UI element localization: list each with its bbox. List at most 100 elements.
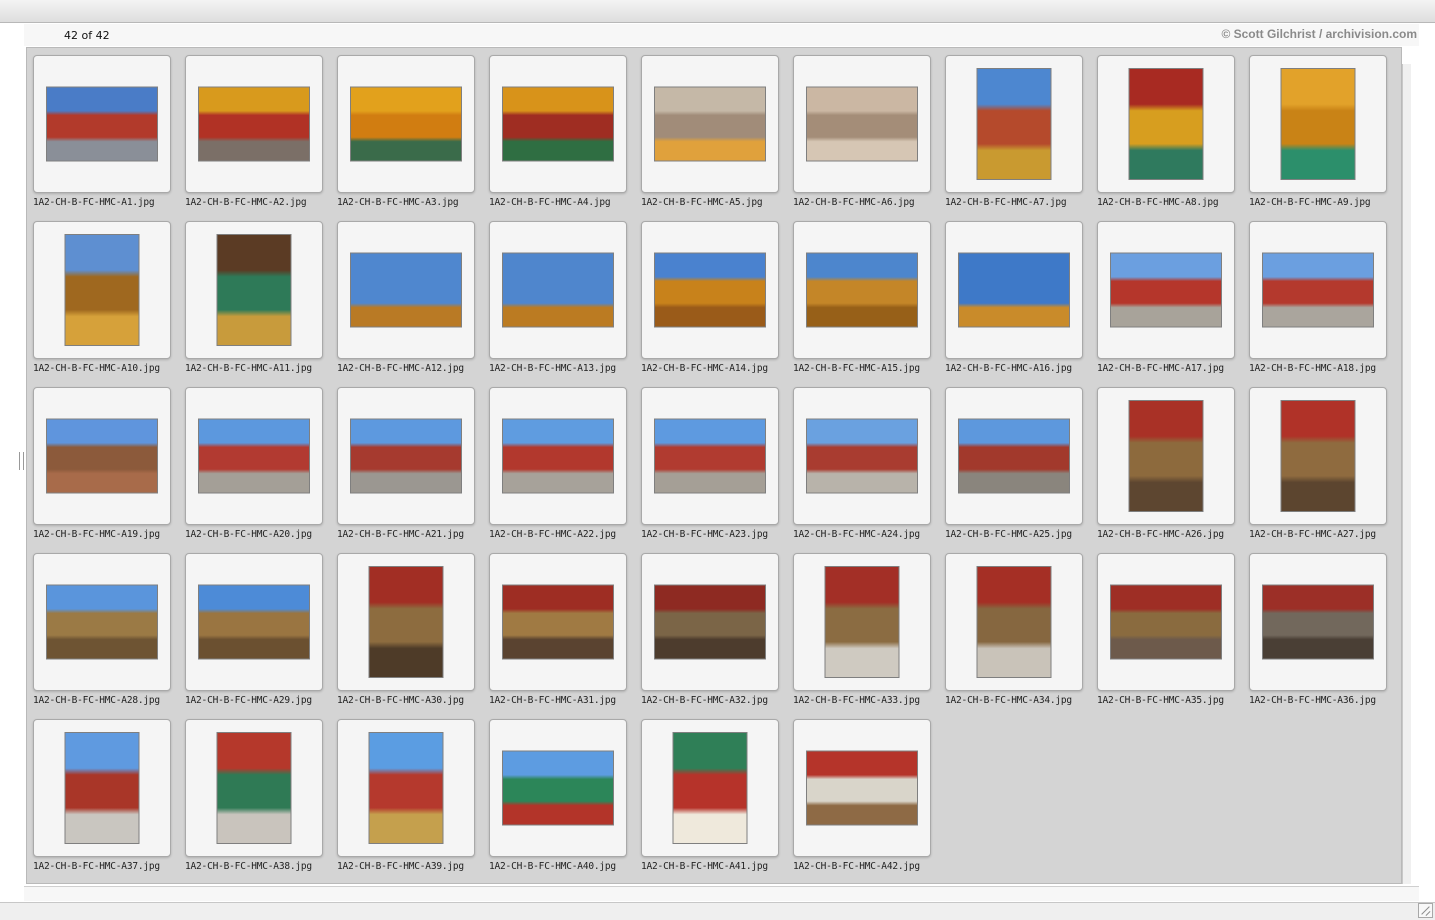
thumbnail-cell[interactable]: 1A2-CH-B-FC-HMC-A21.jpg <box>331 380 483 540</box>
thumbnail-cell[interactable]: 1A2-CH-B-FC-HMC-A6.jpg <box>787 48 939 208</box>
thumbnail-cell[interactable]: 1A2-CH-B-FC-HMC-A9.jpg <box>1243 48 1395 208</box>
image-thumbnail[interactable] <box>1280 68 1356 180</box>
thumbnail-cell[interactable]: 1A2-CH-B-FC-HMC-A42.jpg <box>787 712 939 872</box>
image-thumbnail[interactable] <box>1128 400 1204 512</box>
image-thumbnail[interactable] <box>502 750 614 826</box>
image-thumbnail[interactable] <box>502 418 614 494</box>
image-thumbnail[interactable] <box>198 86 310 162</box>
window-resize-grip-icon[interactable] <box>1418 903 1433 918</box>
thumbnail-cell[interactable]: 1A2-CH-B-FC-HMC-A15.jpg <box>787 214 939 374</box>
image-thumbnail[interactable] <box>654 86 766 162</box>
image-thumbnail[interactable] <box>672 732 748 844</box>
image-thumbnail[interactable] <box>1262 584 1374 660</box>
thumbnail-cell[interactable]: 1A2-CH-B-FC-HMC-A34.jpg <box>939 546 1091 706</box>
thumbnail-filename: 1A2-CH-B-FC-HMC-A29.jpg <box>185 695 312 706</box>
image-thumbnail[interactable] <box>502 584 614 660</box>
thumbnail-cell[interactable]: 1A2-CH-B-FC-HMC-A22.jpg <box>483 380 635 540</box>
thumbnail-cell[interactable]: 1A2-CH-B-FC-HMC-A8.jpg <box>1091 48 1243 208</box>
thumbnail-filename: 1A2-CH-B-FC-HMC-A33.jpg <box>793 695 920 706</box>
thumbnail-cell[interactable]: 1A2-CH-B-FC-HMC-A32.jpg <box>635 546 787 706</box>
image-thumbnail[interactable] <box>976 68 1052 180</box>
image-thumbnail[interactable] <box>502 252 614 328</box>
thumbnail-cell[interactable]: 1A2-CH-B-FC-HMC-A19.jpg <box>27 380 179 540</box>
image-thumbnail[interactable] <box>46 584 158 660</box>
image-thumbnail[interactable] <box>824 566 900 678</box>
image-thumbnail[interactable] <box>198 418 310 494</box>
thumbnail-cell[interactable]: 1A2-CH-B-FC-HMC-A27.jpg <box>1243 380 1395 540</box>
image-thumbnail[interactable] <box>1262 252 1374 328</box>
thumbnail-cell[interactable]: 1A2-CH-B-FC-HMC-A37.jpg <box>27 712 179 872</box>
thumbnail-filename: 1A2-CH-B-FC-HMC-A12.jpg <box>337 363 464 374</box>
thumbnail-cell[interactable]: 1A2-CH-B-FC-HMC-A25.jpg <box>939 380 1091 540</box>
image-thumbnail[interactable] <box>64 234 140 346</box>
thumbnail-cell[interactable]: 1A2-CH-B-FC-HMC-A3.jpg <box>331 48 483 208</box>
thumbnail-cell[interactable]: 1A2-CH-B-FC-HMC-A16.jpg <box>939 214 1091 374</box>
thumbnail-cell[interactable]: 1A2-CH-B-FC-HMC-A18.jpg <box>1243 214 1395 374</box>
thumbnail-filename: 1A2-CH-B-FC-HMC-A20.jpg <box>185 529 312 540</box>
thumbnail-cell[interactable]: 1A2-CH-B-FC-HMC-A38.jpg <box>179 712 331 872</box>
image-thumbnail[interactable] <box>806 418 918 494</box>
image-thumbnail[interactable] <box>368 566 444 678</box>
thumbnail-cell[interactable]: 1A2-CH-B-FC-HMC-A17.jpg <box>1091 214 1243 374</box>
image-thumbnail[interactable] <box>654 252 766 328</box>
thumbnail-cell[interactable]: 1A2-CH-B-FC-HMC-A28.jpg <box>27 546 179 706</box>
image-thumbnail[interactable] <box>502 86 614 162</box>
thumbnail-cell[interactable]: 1A2-CH-B-FC-HMC-A26.jpg <box>1091 380 1243 540</box>
panel-resize-handle[interactable] <box>19 452 24 470</box>
slide-frame <box>33 553 171 691</box>
slide-frame <box>489 553 627 691</box>
image-thumbnail[interactable] <box>806 750 918 826</box>
thumbnail-cell[interactable]: 1A2-CH-B-FC-HMC-A7.jpg <box>939 48 1091 208</box>
thumbnail-cell[interactable]: 1A2-CH-B-FC-HMC-A30.jpg <box>331 546 483 706</box>
thumbnail-cell[interactable]: 1A2-CH-B-FC-HMC-A41.jpg <box>635 712 787 872</box>
thumbnail-cell[interactable]: 1A2-CH-B-FC-HMC-A1.jpg <box>27 48 179 208</box>
image-thumbnail[interactable] <box>958 418 1070 494</box>
thumbnail-cell[interactable]: 1A2-CH-B-FC-HMC-A35.jpg <box>1091 546 1243 706</box>
image-thumbnail[interactable] <box>368 732 444 844</box>
image-thumbnail[interactable] <box>806 86 918 162</box>
image-thumbnail[interactable] <box>1280 400 1356 512</box>
thumbnail-cell[interactable]: 1A2-CH-B-FC-HMC-A13.jpg <box>483 214 635 374</box>
image-thumbnail[interactable] <box>1128 68 1204 180</box>
thumbnail-cell[interactable]: 1A2-CH-B-FC-HMC-A29.jpg <box>179 546 331 706</box>
image-thumbnail[interactable] <box>806 252 918 328</box>
image-thumbnail[interactable] <box>198 584 310 660</box>
thumbnail-cell[interactable]: 1A2-CH-B-FC-HMC-A23.jpg <box>635 380 787 540</box>
thumbnail-cell[interactable]: 1A2-CH-B-FC-HMC-A12.jpg <box>331 214 483 374</box>
image-thumbnail[interactable] <box>350 86 462 162</box>
image-thumbnail[interactable] <box>216 234 292 346</box>
thumbnail-cell[interactable]: 1A2-CH-B-FC-HMC-A10.jpg <box>27 214 179 374</box>
thumbnail-cell[interactable]: 1A2-CH-B-FC-HMC-A2.jpg <box>179 48 331 208</box>
image-thumbnail[interactable] <box>216 732 292 844</box>
thumbnail-cell[interactable]: 1A2-CH-B-FC-HMC-A33.jpg <box>787 546 939 706</box>
thumbnail-cell[interactable]: 1A2-CH-B-FC-HMC-A24.jpg <box>787 380 939 540</box>
image-thumbnail[interactable] <box>46 86 158 162</box>
image-thumbnail[interactable] <box>654 584 766 660</box>
image-thumbnail[interactable] <box>976 566 1052 678</box>
thumbnail-cell[interactable]: 1A2-CH-B-FC-HMC-A5.jpg <box>635 48 787 208</box>
image-thumbnail[interactable] <box>46 418 158 494</box>
thumbnail-cell[interactable]: 1A2-CH-B-FC-HMC-A40.jpg <box>483 712 635 872</box>
image-thumbnail[interactable] <box>1110 252 1222 328</box>
thumbnail-filename: 1A2-CH-B-FC-HMC-A13.jpg <box>489 363 616 374</box>
image-thumbnail[interactable] <box>1110 584 1222 660</box>
vertical-scrollbar[interactable] <box>1402 64 1411 884</box>
slide-frame <box>793 221 931 359</box>
thumbnail-filename: 1A2-CH-B-FC-HMC-A3.jpg <box>337 197 459 208</box>
thumbnail-filename: 1A2-CH-B-FC-HMC-A34.jpg <box>945 695 1072 706</box>
slide-frame <box>337 387 475 525</box>
thumbnail-cell[interactable]: 1A2-CH-B-FC-HMC-A20.jpg <box>179 380 331 540</box>
image-thumbnail[interactable] <box>350 252 462 328</box>
image-thumbnail[interactable] <box>958 252 1070 328</box>
slide-frame <box>1249 221 1387 359</box>
thumbnail-cell[interactable]: 1A2-CH-B-FC-HMC-A4.jpg <box>483 48 635 208</box>
thumbnail-cell[interactable]: 1A2-CH-B-FC-HMC-A31.jpg <box>483 546 635 706</box>
thumbnail-cell[interactable]: 1A2-CH-B-FC-HMC-A36.jpg <box>1243 546 1395 706</box>
thumbnail-filename: 1A2-CH-B-FC-HMC-A14.jpg <box>641 363 768 374</box>
thumbnail-cell[interactable]: 1A2-CH-B-FC-HMC-A11.jpg <box>179 214 331 374</box>
image-thumbnail[interactable] <box>64 732 140 844</box>
thumbnail-cell[interactable]: 1A2-CH-B-FC-HMC-A39.jpg <box>331 712 483 872</box>
image-thumbnail[interactable] <box>654 418 766 494</box>
image-thumbnail[interactable] <box>350 418 462 494</box>
thumbnail-cell[interactable]: 1A2-CH-B-FC-HMC-A14.jpg <box>635 214 787 374</box>
